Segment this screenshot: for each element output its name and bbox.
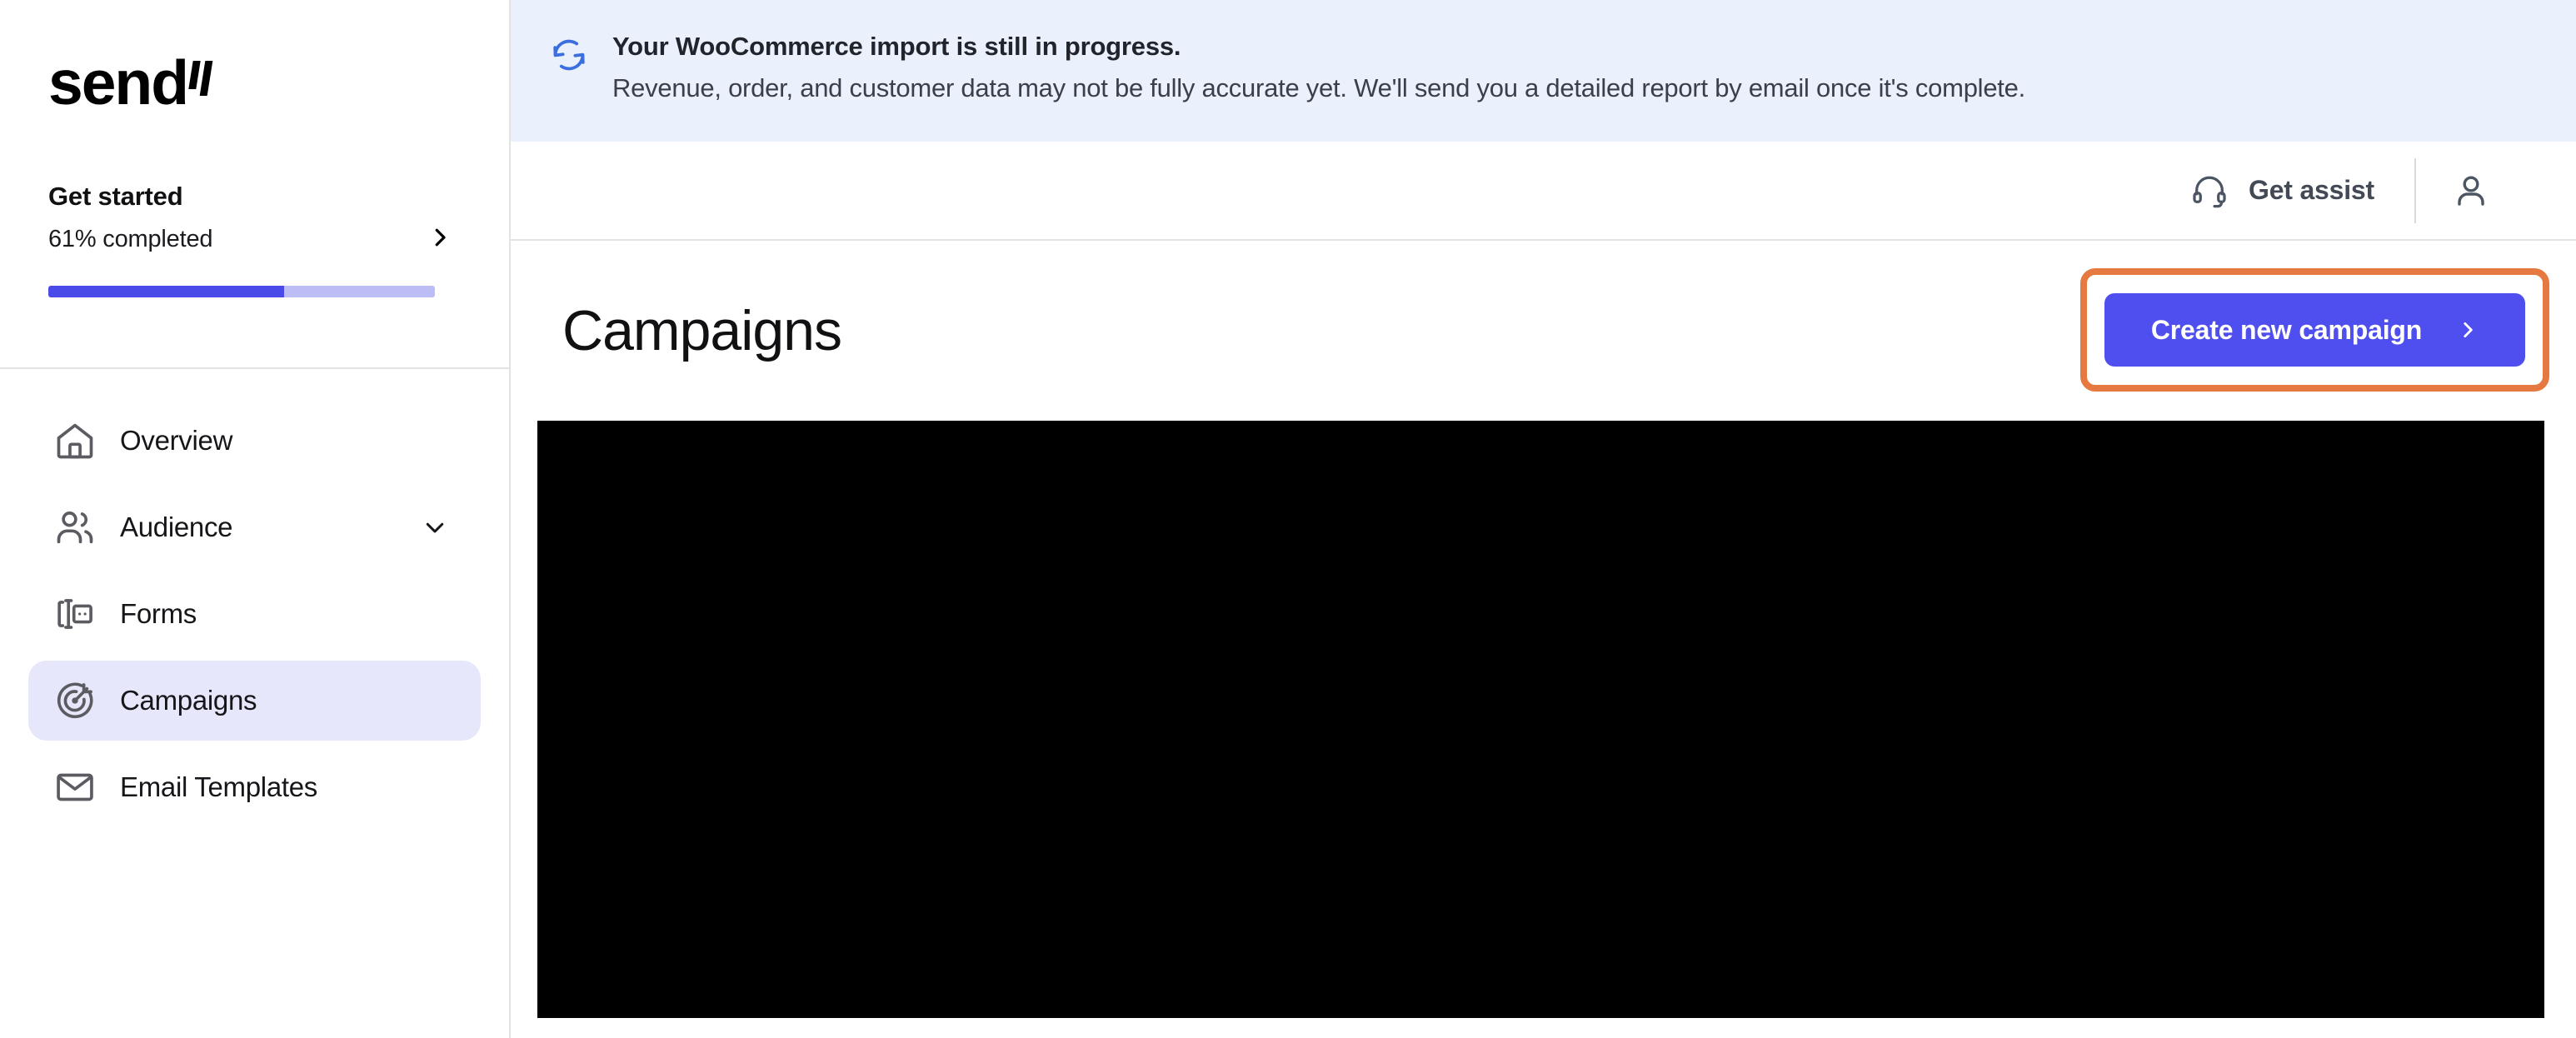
users-icon [53,506,97,549]
avatar[interactable] [2429,171,2513,211]
topbar-divider [2414,157,2416,223]
top-bar: Get assist [511,142,2576,241]
sync-refresh-icon [549,35,589,75]
user-icon [2458,175,2484,206]
brand-name: send [48,47,189,118]
get-started-title: Get started [48,182,183,211]
chevron-right-icon [2457,319,2479,341]
sidebar: send Get started 61% completed Overview … [0,0,511,1038]
chevron-right-icon[interactable] [427,225,452,250]
get-assist-label: Get assist [2249,175,2374,205]
headset-icon [2190,172,2229,210]
home-icon [53,419,97,462]
import-progress-banner: Your WooCommerce import is still in prog… [511,0,2576,142]
get-started-progress-bar [48,286,435,297]
brand-logo[interactable]: send [0,0,509,167]
chevron-down-icon[interactable] [422,515,447,540]
sidebar-item-label: Forms [120,598,197,629]
page-title: Campaigns [562,299,842,362]
get-started-progress-label: 61% completed [48,226,213,252]
sidebar-item-overview[interactable]: Overview [28,401,481,481]
progress-fill [48,286,285,297]
get-assist-button[interactable]: Get assist [2190,172,2414,210]
send-logo-icon: send [48,47,213,118]
app-root: send Get started 61% completed Overview … [0,0,2576,1038]
get-started-panel[interactable]: Get started 61% completed [0,167,509,367]
send-logo-marks-icon [188,61,213,97]
content-area [511,421,2576,1038]
sidebar-item-audience[interactable]: Audience [28,487,481,567]
create-new-campaign-label: Create new campaign [2150,314,2423,345]
cta-highlight-box: Create new campaign [2080,268,2549,392]
sidebar-item-label: Overview [120,425,233,456]
sidebar-item-campaigns[interactable]: Campaigns [28,661,481,741]
sidebar-item-email-templates[interactable]: Email Templates [28,747,481,827]
main-area: Your WooCommerce import is still in prog… [511,0,2576,1038]
banner-title: Your WooCommerce import is still in prog… [612,32,1181,61]
form-icon [53,592,97,636]
target-icon [53,679,97,722]
banner-text: Your WooCommerce import is still in prog… [612,32,2025,103]
campaigns-content-placeholder [537,421,2544,1018]
envelope-icon [53,766,97,809]
sidebar-item-label: Email Templates [120,771,317,802]
create-new-campaign-button[interactable]: Create new campaign [2104,293,2525,367]
sidebar-nav: Overview Audience Forms Campaigns Email … [0,369,509,827]
sidebar-item-label: Audience [120,512,233,542]
sidebar-item-forms[interactable]: Forms [28,574,481,654]
sidebar-item-label: Campaigns [120,685,257,716]
banner-body: Revenue, order, and customer data may no… [612,73,2026,102]
page-header: Campaigns Create new campaign [511,241,2576,421]
